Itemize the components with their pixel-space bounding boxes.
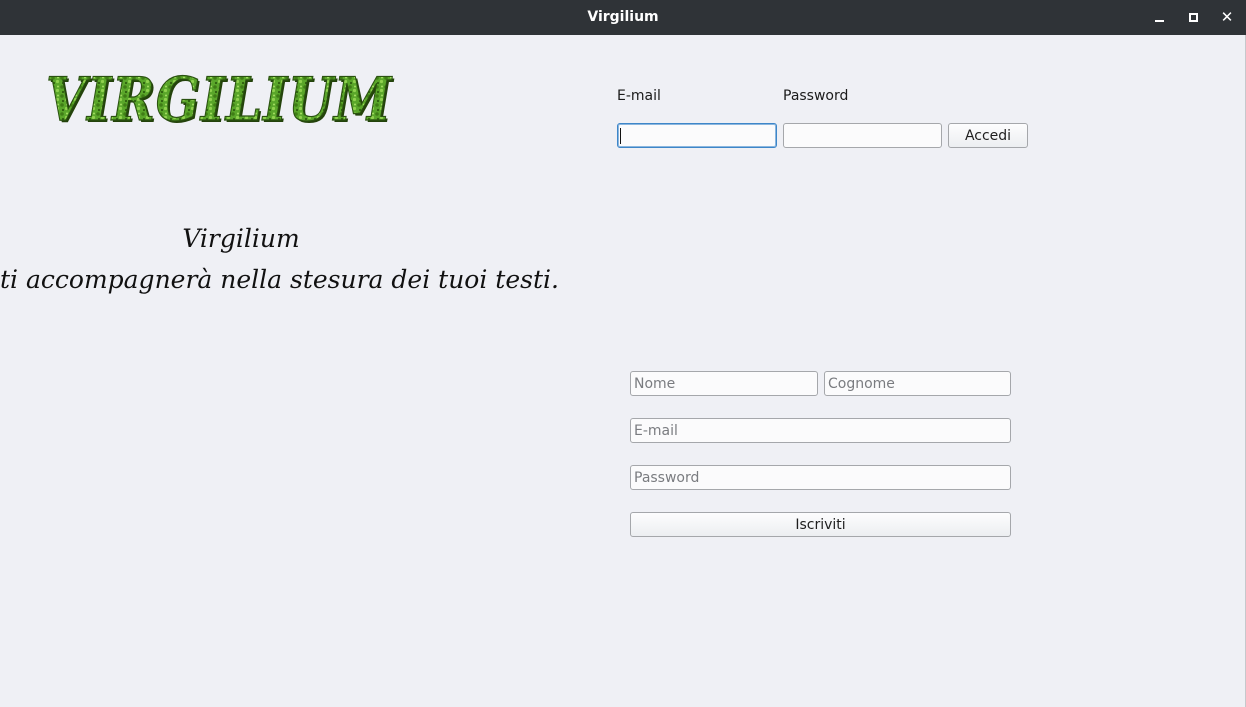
tagline: Virgilium ti accompagnerà nella stesura … (0, 218, 559, 300)
tagline-line-2: ti accompagnerà nella stesura dei tuoi t… (0, 265, 559, 294)
tagline-line-1: Virgilium (182, 224, 300, 253)
close-button[interactable]: ✕ (1218, 8, 1236, 26)
app-logo: VIRGILIUM VIRGILIUM (42, 58, 398, 132)
minimize-icon (1154, 20, 1164, 22)
minimize-button[interactable] (1150, 8, 1168, 26)
register-email-input[interactable] (630, 418, 1011, 443)
iscriviti-button[interactable]: Iscriviti (630, 512, 1011, 537)
login-password-input[interactable] (783, 123, 942, 148)
register-password-input[interactable] (630, 465, 1011, 490)
close-icon: ✕ (1220, 8, 1234, 26)
register-cognome-input[interactable] (824, 371, 1011, 396)
login-password-label: Password (783, 88, 849, 104)
svg-text:VIRGILIUM: VIRGILIUM (46, 65, 392, 132)
accedi-button[interactable]: Accedi (948, 123, 1028, 148)
login-email-input[interactable] (617, 123, 777, 148)
maximize-icon (1188, 12, 1198, 22)
window-titlebar: Virgilium ✕ (0, 0, 1246, 35)
window-title: Virgilium (587, 9, 659, 25)
login-email-label: E-mail (617, 88, 661, 104)
maximize-button[interactable] (1184, 8, 1202, 26)
text-cursor (620, 128, 621, 144)
main-content: VIRGILIUM VIRGILIUM Virgilium ti accompa… (0, 35, 1246, 707)
register-nome-input[interactable] (630, 371, 818, 396)
